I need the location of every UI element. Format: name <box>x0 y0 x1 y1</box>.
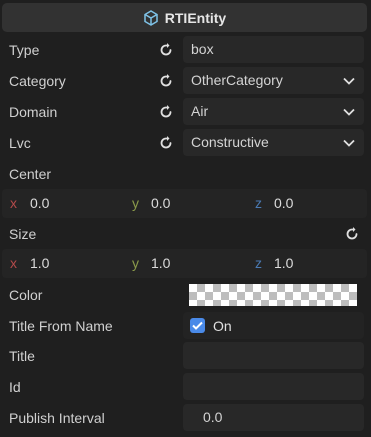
lvc-value: Constructive <box>191 134 269 150</box>
size-z-input[interactable]: 1.0 <box>274 249 293 278</box>
component-title: RTIEntity <box>164 9 227 26</box>
check-icon <box>192 321 203 330</box>
axis-x-label: x <box>10 195 17 211</box>
center-y-input[interactable]: 0.0 <box>151 189 170 218</box>
lvc-label: Lvc <box>9 135 31 151</box>
row-title: Title <box>0 341 371 371</box>
domain-value: Air <box>191 103 209 119</box>
category-dropdown[interactable]: OtherCategory <box>183 67 364 94</box>
reset-icon[interactable] <box>344 226 360 242</box>
color-label: Color <box>9 287 43 303</box>
id-label: Id <box>9 379 21 395</box>
axis-y-label: y <box>132 195 139 211</box>
row-color: Color <box>0 280 371 310</box>
axis-z-label: z <box>255 195 262 211</box>
component-header: RTIEntity <box>2 3 367 32</box>
reset-icon[interactable] <box>158 135 174 151</box>
inspector-panel: RTIEntity Type box Category OtherCategor… <box>0 0 371 437</box>
row-size-label: Size <box>0 219 371 249</box>
lvc-dropdown[interactable]: Constructive <box>183 129 364 156</box>
title-from-name-label: Title From Name <box>9 318 113 334</box>
size-y-input[interactable]: 1.0 <box>151 249 170 278</box>
row-category: Category OtherCategory <box>0 66 371 96</box>
size-vector: x 1.0 y 1.0 z 1.0 <box>2 249 367 278</box>
type-label: Type <box>9 42 40 58</box>
reset-icon[interactable] <box>158 42 174 58</box>
title-input[interactable] <box>183 342 364 369</box>
row-title-from-name: Title From Name On <box>0 311 371 341</box>
domain-label: Domain <box>9 104 58 120</box>
publish-interval-input[interactable]: 0.0 <box>183 404 364 431</box>
chevron-down-icon <box>343 129 355 156</box>
title-label: Title <box>9 348 35 364</box>
row-id: Id <box>0 372 371 402</box>
row-lvc: Lvc Constructive <box>0 128 371 158</box>
title-from-name-checkbox[interactable] <box>190 318 205 333</box>
title-from-name-state: On <box>213 318 232 334</box>
axis-x-label: x <box>10 255 17 271</box>
color-swatch[interactable] <box>189 284 357 306</box>
axis-z-label: z <box>255 255 262 271</box>
type-input[interactable]: box <box>183 36 364 63</box>
domain-dropdown[interactable]: Air <box>183 98 364 125</box>
axis-y-label: y <box>132 255 139 271</box>
row-domain: Domain Air <box>0 97 371 127</box>
title-from-name-toggle-area <box>183 312 364 339</box>
row-center-label: Center <box>0 159 371 189</box>
chevron-down-icon <box>343 98 355 125</box>
center-x-input[interactable]: 0.0 <box>30 189 49 218</box>
cube-icon <box>143 9 159 26</box>
center-z-input[interactable]: 0.0 <box>274 189 293 218</box>
size-label: Size <box>9 226 37 242</box>
category-value: OtherCategory <box>191 72 283 88</box>
chevron-down-icon <box>343 67 355 94</box>
reset-icon[interactable] <box>158 104 174 120</box>
size-x-input[interactable]: 1.0 <box>30 249 49 278</box>
row-type: Type box <box>0 35 371 65</box>
row-publish-interval: Publish Interval 0.0 <box>0 403 371 433</box>
publish-interval-label: Publish Interval <box>9 410 105 426</box>
center-vector: x 0.0 y 0.0 z 0.0 <box>2 189 367 218</box>
category-label: Category <box>9 73 66 89</box>
reset-icon[interactable] <box>158 73 174 89</box>
center-label: Center <box>9 166 52 182</box>
id-input[interactable] <box>183 373 364 400</box>
